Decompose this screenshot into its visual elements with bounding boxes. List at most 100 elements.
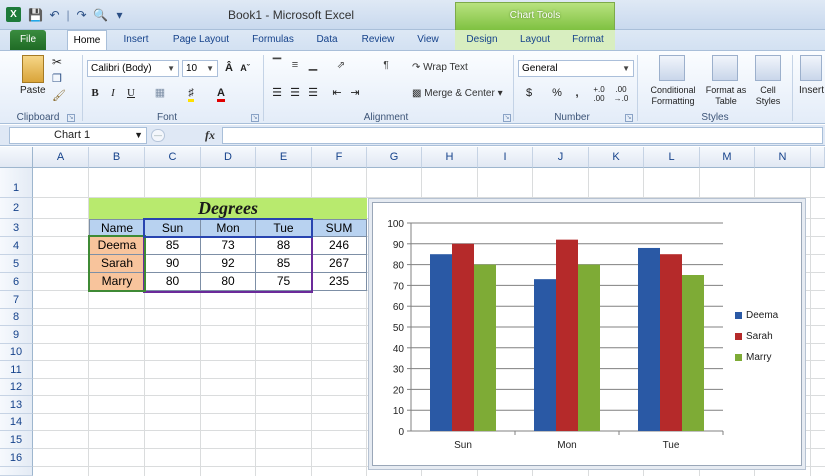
row-header[interactable]: 4 — [0, 237, 33, 255]
row-header[interactable]: 14 — [0, 414, 33, 431]
cancel-icon[interactable]: — — [151, 129, 165, 142]
cut-icon[interactable]: ✂ — [52, 55, 62, 69]
paste-icon[interactable] — [22, 55, 44, 83]
tab-format[interactable]: Format — [561, 30, 615, 50]
print-preview-icon[interactable]: 🔍 — [92, 7, 109, 24]
shrink-font-icon[interactable]: Aˇ — [238, 60, 252, 77]
row-header-partial[interactable] — [0, 467, 33, 476]
decrease-decimal-icon[interactable]: .00 →.0 — [612, 85, 630, 103]
align-right-icon[interactable]: ☰ — [306, 85, 320, 102]
number-format-select[interactable]: General ▼ — [518, 60, 634, 77]
format-as-table-icon[interactable] — [712, 55, 738, 81]
align-middle-icon[interactable]: ≡ — [288, 57, 302, 74]
column-header[interactable]: J — [533, 147, 589, 168]
chart-legend[interactable]: Deema Sarah Marry — [735, 305, 778, 368]
increase-indent-icon[interactable]: ⇥ — [348, 85, 362, 102]
table-cell[interactable]: 88 — [255, 236, 312, 255]
underline-button[interactable]: U — [124, 85, 138, 102]
wrap-text-button[interactable]: ↷ Wrap Text — [412, 62, 468, 73]
table-cell[interactable]: 85 — [255, 254, 312, 273]
tab-design[interactable]: Design — [455, 30, 509, 50]
comma-button[interactable]: , — [570, 85, 584, 102]
row-header[interactable]: 1 — [0, 168, 33, 198]
row-header[interactable]: 15 — [0, 431, 33, 449]
format-as-table-button[interactable]: Format as Table — [704, 85, 748, 107]
align-center-icon[interactable]: ☰ — [288, 85, 302, 102]
table-cell[interactable]: 235 — [311, 272, 367, 291]
row-header[interactable]: 5 — [0, 255, 33, 273]
table-cell[interactable]: 85 — [144, 236, 201, 255]
font-color-icon[interactable]: A — [208, 85, 234, 102]
select-all-button[interactable] — [0, 147, 33, 168]
table-header-cell[interactable]: Sun — [144, 219, 201, 237]
excel-app-icon[interactable]: X — [6, 7, 21, 22]
column-header[interactable]: M — [700, 147, 755, 168]
tab-data[interactable]: Data — [308, 30, 346, 50]
tab-review[interactable]: Review — [355, 30, 401, 50]
font-size-select[interactable]: 10 ▼ — [182, 60, 218, 77]
column-header[interactable]: H — [422, 147, 478, 168]
column-header[interactable]: L — [644, 147, 700, 168]
tab-page-layout[interactable]: Page Layout — [168, 30, 234, 50]
embedded-chart[interactable]: 0 10 20 30 40 50 60 70 80 90 100 Sun Mon Tue Deema Sa… — [372, 202, 802, 466]
clipboard-launcher-icon[interactable]: ↘ — [67, 114, 75, 122]
italic-button[interactable]: I — [106, 85, 120, 102]
row-header[interactable]: 10 — [0, 344, 33, 361]
tab-layout[interactable]: Layout — [509, 30, 561, 50]
font-name-select[interactable]: Calibri (Body) ▼ — [87, 60, 179, 77]
table-header-cell[interactable]: Mon — [200, 219, 256, 237]
column-header[interactable]: K — [589, 147, 644, 168]
row-header[interactable]: 16 — [0, 449, 33, 467]
number-launcher-icon[interactable]: ↘ — [625, 114, 633, 122]
column-header-partial[interactable] — [811, 147, 825, 168]
bold-button[interactable]: B — [88, 85, 102, 102]
tab-file[interactable]: File — [10, 30, 46, 50]
table-header-cell[interactable]: Tue — [255, 219, 312, 237]
cell-styles-button[interactable]: Cell Styles — [750, 85, 786, 107]
align-top-icon[interactable]: ▔ — [270, 57, 284, 74]
table-cell[interactable]: 246 — [311, 236, 367, 255]
percent-button[interactable]: % — [550, 85, 564, 102]
insert-cells-icon[interactable] — [800, 55, 822, 81]
tab-home[interactable]: Home — [67, 30, 107, 50]
paste-button[interactable]: Paste — [20, 85, 46, 96]
grow-font-icon[interactable]: Â — [222, 60, 236, 77]
table-header-cell[interactable]: Name — [89, 219, 145, 237]
row-header[interactable]: 3 — [0, 219, 33, 237]
conditional-formatting-icon[interactable] — [659, 55, 685, 81]
row-header[interactable]: 6 — [0, 273, 33, 291]
table-title-cell[interactable]: Degrees — [89, 198, 367, 219]
redo-icon[interactable]: ↷ — [73, 7, 90, 24]
decrease-indent-icon[interactable]: ⇤ — [330, 85, 344, 102]
column-header[interactable]: I — [478, 147, 533, 168]
table-row-name-cell[interactable]: Sarah — [89, 254, 145, 273]
column-header[interactable]: C — [145, 147, 201, 168]
fill-color-icon[interactable]: ♯ — [178, 85, 204, 102]
table-cell[interactable]: 80 — [144, 272, 201, 291]
increase-decimal-icon[interactable]: +.0.00 — [590, 85, 608, 103]
row-header[interactable]: 7 — [0, 291, 33, 309]
column-header[interactable]: B — [89, 147, 145, 168]
insert-function-button[interactable]: fx — [205, 128, 215, 143]
insert-cells-button[interactable]: Insert — [799, 85, 824, 96]
borders-icon[interactable]: ▦ — [150, 85, 170, 102]
align-bottom-icon[interactable]: ▁ — [306, 57, 320, 74]
table-cell[interactable]: 73 — [200, 236, 256, 255]
table-row-name-cell[interactable]: Deema — [89, 236, 145, 255]
conditional-formatting-button[interactable]: Conditional Formatting — [644, 85, 702, 107]
font-launcher-icon[interactable]: ↘ — [251, 114, 259, 122]
column-header[interactable]: D — [201, 147, 256, 168]
row-header[interactable]: 9 — [0, 326, 33, 344]
row-header[interactable]: 12 — [0, 379, 33, 396]
orientation-icon[interactable]: ⇗ — [330, 57, 352, 74]
undo-icon[interactable]: ↶ — [46, 7, 63, 24]
align-left-icon[interactable]: ☰ — [270, 85, 284, 102]
alignment-launcher-icon[interactable]: ↘ — [503, 114, 511, 122]
merge-center-button[interactable]: ▩ Merge & Center ▾ — [412, 88, 503, 99]
column-header[interactable]: G — [367, 147, 422, 168]
save-icon[interactable]: 💾 — [27, 7, 44, 24]
column-header[interactable]: E — [256, 147, 312, 168]
currency-button[interactable]: $ — [522, 85, 536, 102]
cell-styles-icon[interactable] — [755, 55, 781, 81]
formula-input[interactable] — [222, 127, 823, 144]
